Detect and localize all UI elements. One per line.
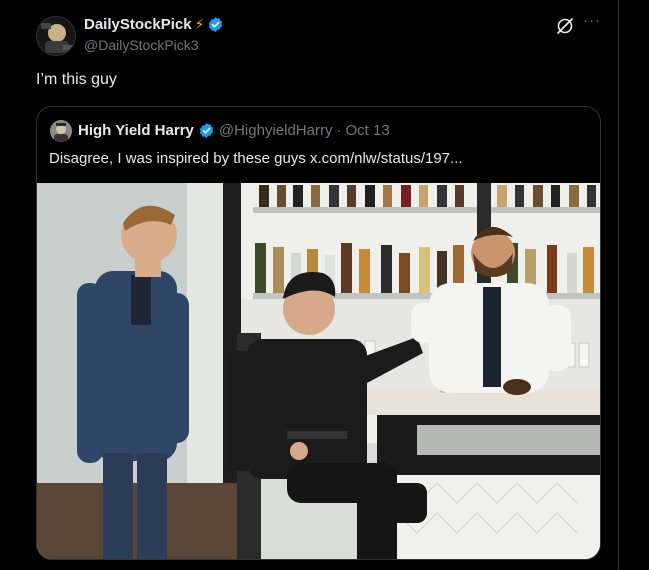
post-text: I’m this guy: [36, 71, 117, 88]
bar-scene-photo: [37, 183, 600, 559]
quoted-post-date[interactable]: Oct 13: [345, 122, 389, 139]
author-name-row[interactable]: DailyStockPick ⚡: [84, 16, 224, 33]
grok-icon[interactable]: [555, 16, 575, 36]
author-avatar[interactable]: [36, 16, 76, 56]
avatar-image: [37, 17, 75, 55]
more-icon[interactable]: ···: [583, 12, 603, 32]
separator-dot: ·: [336, 122, 342, 139]
quoted-author-handle[interactable]: @HighyieldHarry: [219, 122, 333, 139]
quoted-post[interactable]: High Yield Harry @HighyieldHarry · Oct 1…: [36, 106, 601, 560]
quoted-post-image[interactable]: [37, 183, 600, 559]
verified-badge-icon: [207, 16, 224, 33]
author-display-name[interactable]: DailyStockPick: [84, 16, 192, 33]
quoted-author-avatar[interactable]: [50, 120, 72, 142]
verified-badge-icon: [198, 122, 215, 139]
lightning-bolt-icon: ⚡: [194, 16, 205, 32]
quoted-avatar-image: [50, 120, 72, 142]
quoted-post-text: Disagree, I was inspired by these guys x…: [49, 150, 463, 167]
quoted-post-header: High Yield Harry @HighyieldHarry · Oct 1…: [78, 122, 390, 139]
post: DailyStockPick ⚡ @DailyStockPick3 ··· I’…: [18, 0, 619, 570]
quoted-author-display-name[interactable]: High Yield Harry: [78, 122, 194, 139]
author-handle[interactable]: @DailyStockPick3: [84, 37, 199, 53]
